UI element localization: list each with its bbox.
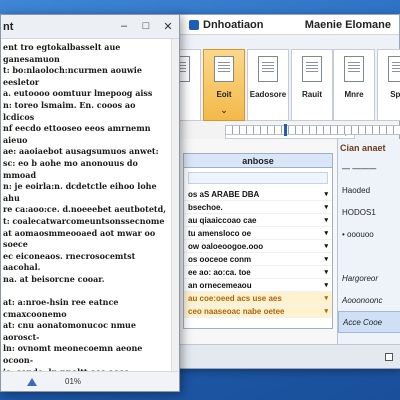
text-window: nt – □ ✕ ent tro egtokalbasselt aue gane…: [0, 14, 180, 392]
expand-icon[interactable]: ▾: [324, 190, 328, 198]
expand-icon[interactable]: ▾: [324, 203, 328, 211]
ribbon-button-edit[interactable]: Eoit ⌄: [203, 49, 245, 121]
style-item[interactable]: Haoded: [338, 179, 400, 201]
text-window-titlebar[interactable]: nt – □ ✕: [1, 15, 179, 39]
document-icon: [344, 56, 364, 82]
expand-icon[interactable]: ▾: [324, 242, 328, 250]
editor-statusbar: [177, 344, 400, 368]
scrollbar[interactable]: [171, 39, 179, 373]
list-item[interactable]: au coe:oeed acs use aes ▾: [184, 292, 332, 305]
text-window-title: nt: [3, 20, 14, 33]
warning-icon: [27, 377, 37, 386]
expand-icon[interactable]: ▾: [324, 229, 328, 237]
zoom-level[interactable]: 01%: [65, 377, 81, 386]
expand-icon[interactable]: ▾: [324, 255, 328, 263]
style-item[interactable]: [338, 245, 400, 267]
expand-icon[interactable]: ▾: [324, 268, 328, 276]
list-item[interactable]: os aS ARABE DBA ▾: [184, 188, 332, 201]
styles-panel: Cian anaet — ——— Haoded HODOS1 • ooouoo Harg…: [337, 139, 400, 345]
editor-window: Dnhoatiaon Maenie Elomane Eoit ⌄ Eadosore…: [159, 14, 400, 369]
maximize-button[interactable]: □: [135, 20, 157, 33]
style-item[interactable]: Aooonoonc: [338, 289, 400, 311]
list-item-label: an ornecemeaou: [188, 280, 252, 290]
list-item[interactable]: au qiaaiccoao cae ▾: [184, 214, 332, 227]
styles-header: Cian anaet: [340, 143, 386, 153]
list-item[interactable]: tu amensloco oe ▾: [184, 227, 332, 240]
list-item-label: os ooceoe conm: [188, 254, 252, 264]
list-item-label: ee ao: ao:ca. toe: [188, 267, 251, 277]
list-item-label: bsechoe.: [188, 202, 223, 212]
list-item[interactable]: ee ao: ao:ca. toe ▾: [184, 266, 332, 279]
list-item[interactable]: ceo naaseoac nabe oetee ▾: [184, 305, 332, 318]
list-item-label: os aS ARABE DBA: [188, 189, 260, 199]
list-item[interactable]: bsechoe. ▾: [184, 201, 332, 214]
expand-icon[interactable]: ▾: [324, 281, 328, 289]
layout-icon[interactable]: [385, 353, 393, 361]
expand-icon[interactable]: ▾: [324, 216, 328, 224]
list-item-label: ow oaloeoogoe.ooo: [188, 241, 264, 251]
list-item-label: tu amensloco oe: [188, 228, 252, 238]
document-icon: [214, 56, 234, 82]
search-input[interactable]: [188, 172, 328, 184]
editor-titlebar[interactable]: Dnhoatiaon Maenie Elomane: [177, 15, 399, 35]
list-title: anbose: [184, 154, 332, 168]
style-item[interactable]: HODOS1: [338, 201, 400, 223]
document-icon: [302, 56, 322, 82]
list-item-label: ceo naaseoac nabe oetee: [188, 306, 285, 316]
expand-icon[interactable]: ▾: [324, 294, 328, 302]
ribbon-button[interactable]: Rauit: [291, 49, 333, 121]
chevron-down-icon: ⌄: [220, 105, 228, 115]
document-name: Maenie Elomane: [304, 18, 391, 31]
document-icon: [258, 56, 278, 82]
list-item[interactable]: os ooceoe conm ▾: [184, 253, 332, 266]
ribbon-button[interactable]: Eadosore: [247, 49, 289, 121]
style-item[interactable]: — ———: [338, 157, 400, 179]
document-icon: [388, 56, 400, 82]
expand-icon[interactable]: ▾: [324, 307, 328, 315]
list-item-label: au qiaaiccoao cae: [188, 215, 257, 225]
text-window-statusbar: 01%: [1, 371, 179, 391]
text-content[interactable]: ent tro egtokalbasselt aue ganesamuon t:…: [1, 39, 173, 373]
list-panel: anbose os aS ARABE DBA ▾ bsechoe. ▾ au qiaai…: [183, 153, 333, 329]
ribbon-button[interactable]: Splr: [377, 49, 400, 121]
ribbon-toolbar: Eoit⌄ Eadosore Rauit Mnre Splr ↶ ▾: [159, 35, 400, 139]
ruler-marker[interactable]: [284, 124, 287, 136]
editor-title: Dnhoatiaon: [203, 18, 264, 31]
editor-body: anbose os aS ARABE DBA ▾ bsechoe. ▾ au qiaai…: [177, 139, 400, 345]
list-item-label: au coe:oeed acs use aes: [188, 293, 282, 303]
style-item[interactable]: Hargoreor: [338, 267, 400, 289]
list-item[interactable]: ow oaloeoogoe.ooo ▾: [184, 240, 332, 253]
ribbon-button[interactable]: Mnre: [333, 49, 375, 121]
close-button[interactable]: ✕: [157, 20, 179, 33]
style-item[interactable]: • ooouoo: [338, 223, 400, 245]
list-item[interactable]: an ornecemeaou ▾: [184, 279, 332, 292]
minimize-button[interactable]: –: [113, 20, 135, 33]
style-item[interactable]: Acce Cooe: [338, 311, 400, 333]
app-icon: [189, 19, 199, 30]
ruler[interactable]: [225, 124, 400, 136]
